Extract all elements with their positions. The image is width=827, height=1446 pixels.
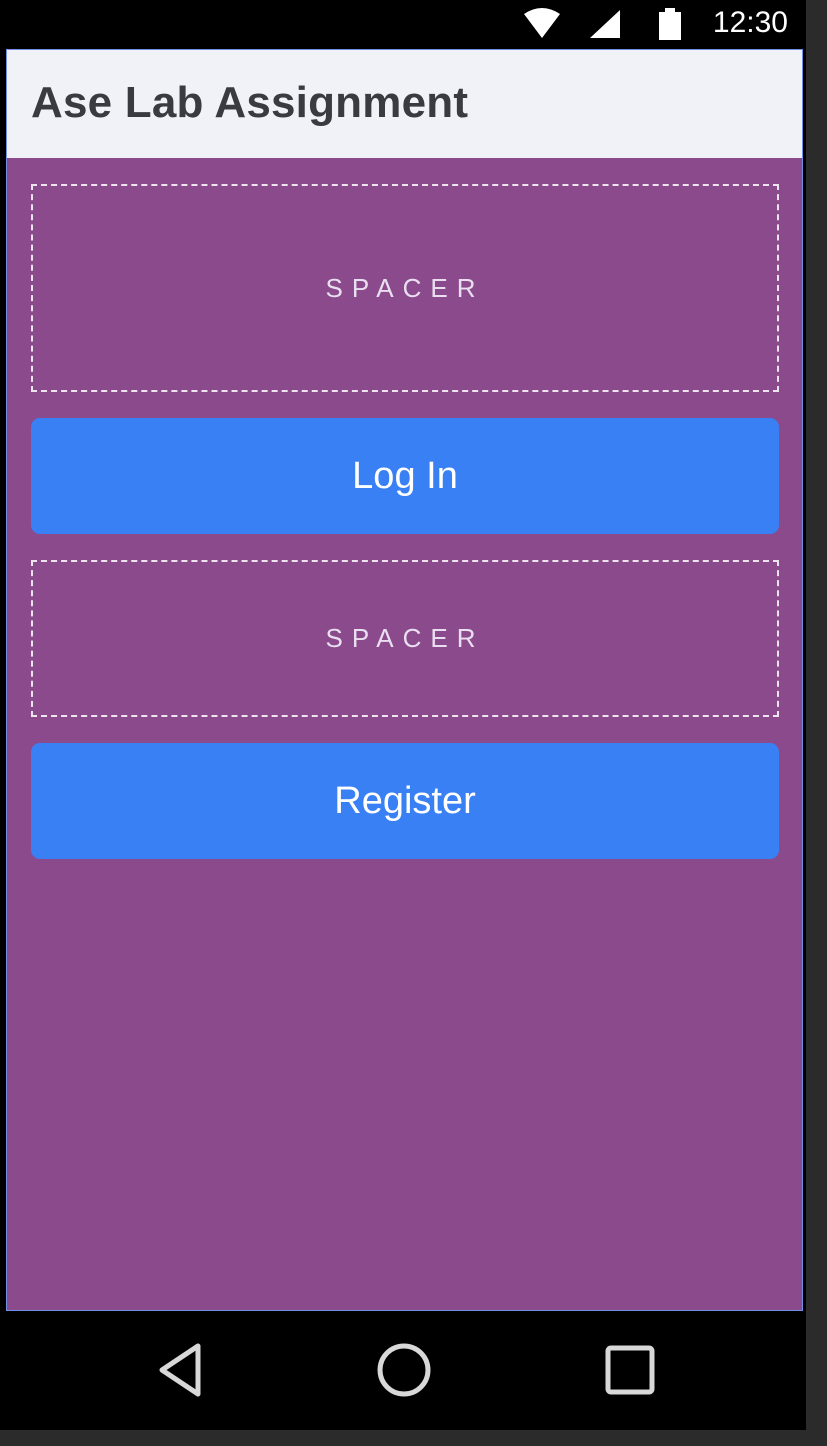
spacer-middle-label: SPACER	[325, 623, 485, 653]
wifi-icon	[522, 8, 562, 45]
spacer-middle: SPACER	[31, 560, 779, 717]
status-bar: 12:30	[0, 0, 806, 48]
app-bar: Ase Lab Assignment	[7, 50, 802, 158]
app-title: Ase Lab Assignment	[31, 78, 469, 127]
register-button[interactable]: Register	[31, 743, 779, 859]
spacer-top: SPACER	[31, 184, 779, 392]
recents-icon[interactable]	[600, 1340, 660, 1400]
phone-frame: 12:30 Ase Lab Assignment SPACER Log In S…	[0, 0, 806, 1430]
cell-signal-icon	[588, 8, 622, 45]
status-time: 12:30	[712, 6, 788, 39]
home-icon[interactable]	[374, 1340, 434, 1400]
navigation-bar	[0, 1312, 806, 1430]
spacer-top-label: SPACER	[325, 272, 485, 303]
login-button[interactable]: Log In	[31, 418, 779, 534]
battery-icon	[658, 8, 682, 47]
back-icon[interactable]	[150, 1340, 210, 1400]
app-screen: Ase Lab Assignment SPACER Log In SPACER …	[6, 49, 803, 1311]
